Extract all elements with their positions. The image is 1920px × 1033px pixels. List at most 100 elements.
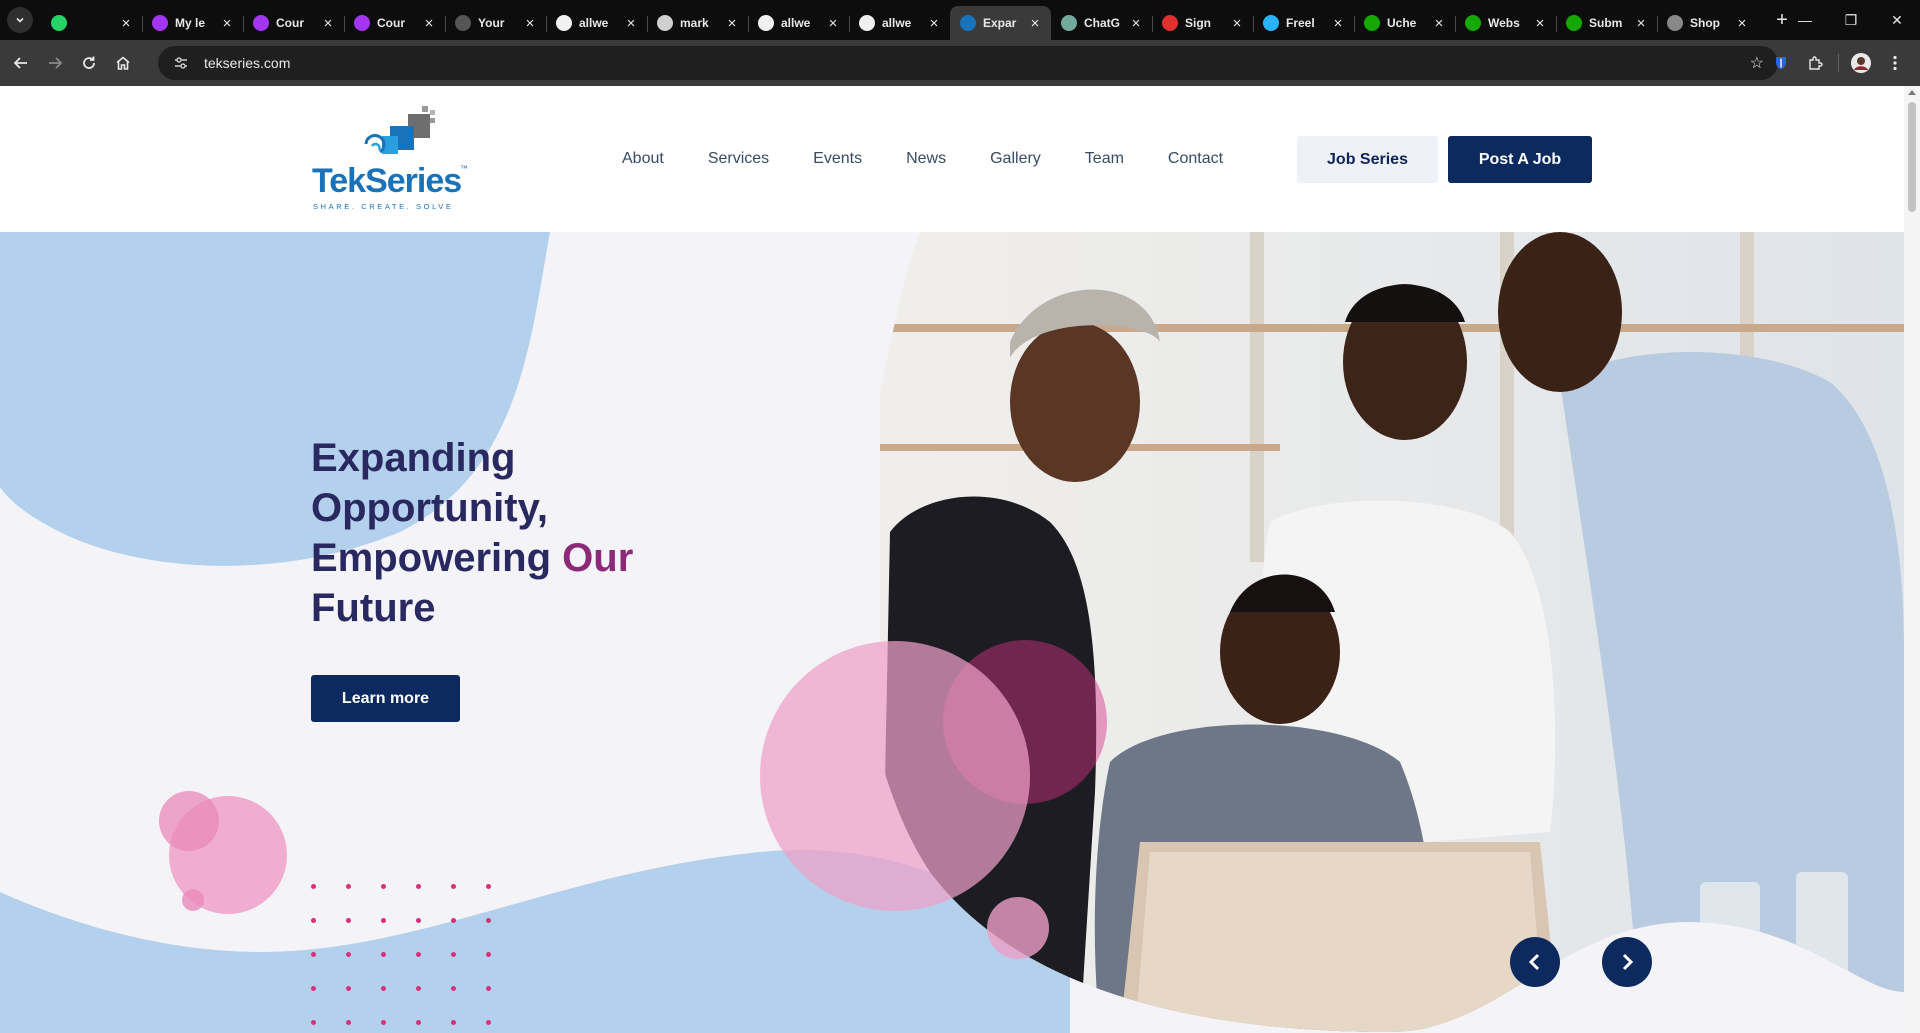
profile-avatar[interactable] — [1844, 46, 1878, 80]
browser-toolbar: tekseries.com ☆ — [0, 40, 1920, 86]
decorative-dot — [381, 1020, 386, 1025]
nav-link-about[interactable]: About — [622, 150, 664, 168]
home-button[interactable] — [106, 46, 140, 80]
decorative-dot — [311, 986, 316, 991]
logo-graphic-icon — [364, 106, 435, 154]
decorative-dot — [416, 952, 421, 957]
browser-tab[interactable]: Subm × — [1556, 6, 1657, 40]
browser-tab[interactable]: allwe × — [849, 6, 950, 40]
restore-button[interactable]: ❐ — [1828, 0, 1874, 40]
reload-button[interactable] — [72, 46, 106, 80]
nav-link-news[interactable]: News — [906, 150, 946, 168]
globe-icon — [657, 15, 673, 31]
tab-close-icon[interactable]: × — [1330, 15, 1346, 32]
nav-link-contact[interactable]: Contact — [1168, 150, 1223, 168]
tab-close-icon[interactable]: × — [522, 15, 538, 32]
browser-tab[interactable]: My le × — [142, 6, 243, 40]
tab-close-icon[interactable]: × — [623, 15, 639, 32]
tab-close-icon[interactable]: × — [1633, 15, 1649, 32]
tab-close-icon[interactable]: × — [320, 15, 336, 32]
extension-area — [1764, 46, 1912, 80]
udemy-icon — [253, 15, 269, 31]
browser-tab[interactable]: ChatG × — [1051, 6, 1152, 40]
trademark-mark: ™ — [460, 164, 468, 173]
browser-menu-icon[interactable] — [1878, 46, 1912, 80]
decorative-dot — [451, 918, 456, 923]
close-window-button[interactable]: ✕ — [1874, 0, 1920, 40]
nav-link-services[interactable]: Services — [708, 150, 769, 168]
nav-link-team[interactable]: Team — [1085, 150, 1124, 168]
page-scrollbar[interactable] — [1904, 86, 1920, 1033]
hero-title-line-3: Empowering Our — [311, 533, 731, 583]
udemy-icon — [354, 15, 370, 31]
decorative-dot-grid — [311, 884, 492, 1033]
tab-close-icon[interactable]: × — [724, 15, 740, 32]
back-button[interactable] — [4, 46, 38, 80]
browser-tab[interactable]: Cour × — [243, 6, 344, 40]
nav-link-gallery[interactable]: Gallery — [990, 150, 1041, 168]
github-icon — [556, 15, 572, 31]
address-bar[interactable]: tekseries.com ☆ — [158, 46, 1778, 80]
site-info-icon[interactable] — [172, 54, 190, 72]
decorative-dot — [416, 884, 421, 889]
decorative-dot — [416, 918, 421, 923]
decorative-dot — [416, 986, 421, 991]
tab-close-icon[interactable]: × — [1431, 15, 1447, 32]
upwork-icon — [1465, 15, 1481, 31]
tab-close-icon[interactable]: × — [926, 15, 942, 32]
decorative-dot — [311, 1020, 316, 1025]
browser-tab[interactable]: Expar × — [950, 6, 1051, 40]
tab-title: Sign — [1185, 16, 1211, 30]
decorative-dot — [451, 986, 456, 991]
browser-tab[interactable]: mark × — [647, 6, 748, 40]
bitwarden-icon[interactable] — [1764, 46, 1798, 80]
browser-tab[interactable]: allwe × — [546, 6, 647, 40]
browser-tab[interactable]: Uche × — [1354, 6, 1455, 40]
job-series-button[interactable]: Job Series — [1297, 136, 1438, 183]
browser-tab[interactable]: allwe × — [748, 6, 849, 40]
chevron-right-icon — [1622, 953, 1634, 971]
browser-tab[interactable]: Freel × — [1253, 6, 1354, 40]
tab-close-icon[interactable]: × — [118, 15, 134, 32]
browser-tab[interactable]: × — [41, 6, 142, 40]
chevron-left-icon — [1528, 953, 1540, 971]
tab-close-icon[interactable]: × — [1128, 15, 1144, 32]
forward-button[interactable] — [38, 46, 72, 80]
window-controls: — ❐ ✕ — [1782, 0, 1920, 40]
sign-icon — [1162, 15, 1178, 31]
tab-close-icon[interactable]: × — [1532, 15, 1548, 32]
post-a-job-button[interactable]: Post A Job — [1448, 136, 1592, 183]
hero-title: Expanding Opportunity, Empowering Our Fu… — [311, 433, 731, 633]
browser-tab[interactable]: Cour × — [344, 6, 445, 40]
tekseries-logo[interactable]: TekSeries ™ SHARE. CREATE. SOLVE — [312, 106, 468, 218]
tab-title: allwe — [781, 16, 811, 30]
browser-tab[interactable]: Sign × — [1152, 6, 1253, 40]
browser-tab[interactable]: Webs × — [1455, 6, 1556, 40]
decorative-dot — [346, 1020, 351, 1025]
decorative-dot — [486, 952, 491, 957]
scroll-up-icon[interactable] — [1908, 90, 1916, 95]
browser-tab[interactable]: Shop × — [1657, 6, 1758, 40]
decorative-dot — [346, 918, 351, 923]
browser-tab[interactable]: Your × — [445, 6, 546, 40]
tab-search-button[interactable] — [7, 7, 33, 33]
web-page: TekSeries ™ SHARE. CREATE. SOLVE About Se… — [0, 86, 1904, 1033]
chevron-down-icon — [16, 17, 24, 23]
bookmark-star-icon[interactable]: ☆ — [1750, 53, 1764, 73]
tab-strip: × My le × Cour × Cour × Your × allwe × mark × allwe × a… — [41, 0, 1758, 40]
tab-close-icon[interactable]: × — [421, 15, 437, 32]
tab-close-icon[interactable]: × — [1229, 15, 1245, 32]
extensions-puzzle-icon[interactable] — [1798, 46, 1832, 80]
tab-close-icon[interactable]: × — [825, 15, 841, 32]
minimize-button[interactable]: — — [1782, 0, 1828, 40]
tab-close-icon[interactable]: × — [219, 15, 235, 32]
carousel-prev-button[interactable] — [1510, 937, 1560, 987]
carousel-next-button[interactable] — [1602, 937, 1652, 987]
learn-more-button[interactable]: Learn more — [311, 675, 460, 722]
nav-link-events[interactable]: Events — [813, 150, 862, 168]
tab-close-icon[interactable]: × — [1734, 15, 1750, 32]
scroll-thumb[interactable] — [1908, 102, 1916, 212]
tab-close-icon[interactable]: × — [1027, 15, 1043, 32]
pink-bubble-small — [987, 897, 1049, 959]
github-icon — [859, 15, 875, 31]
